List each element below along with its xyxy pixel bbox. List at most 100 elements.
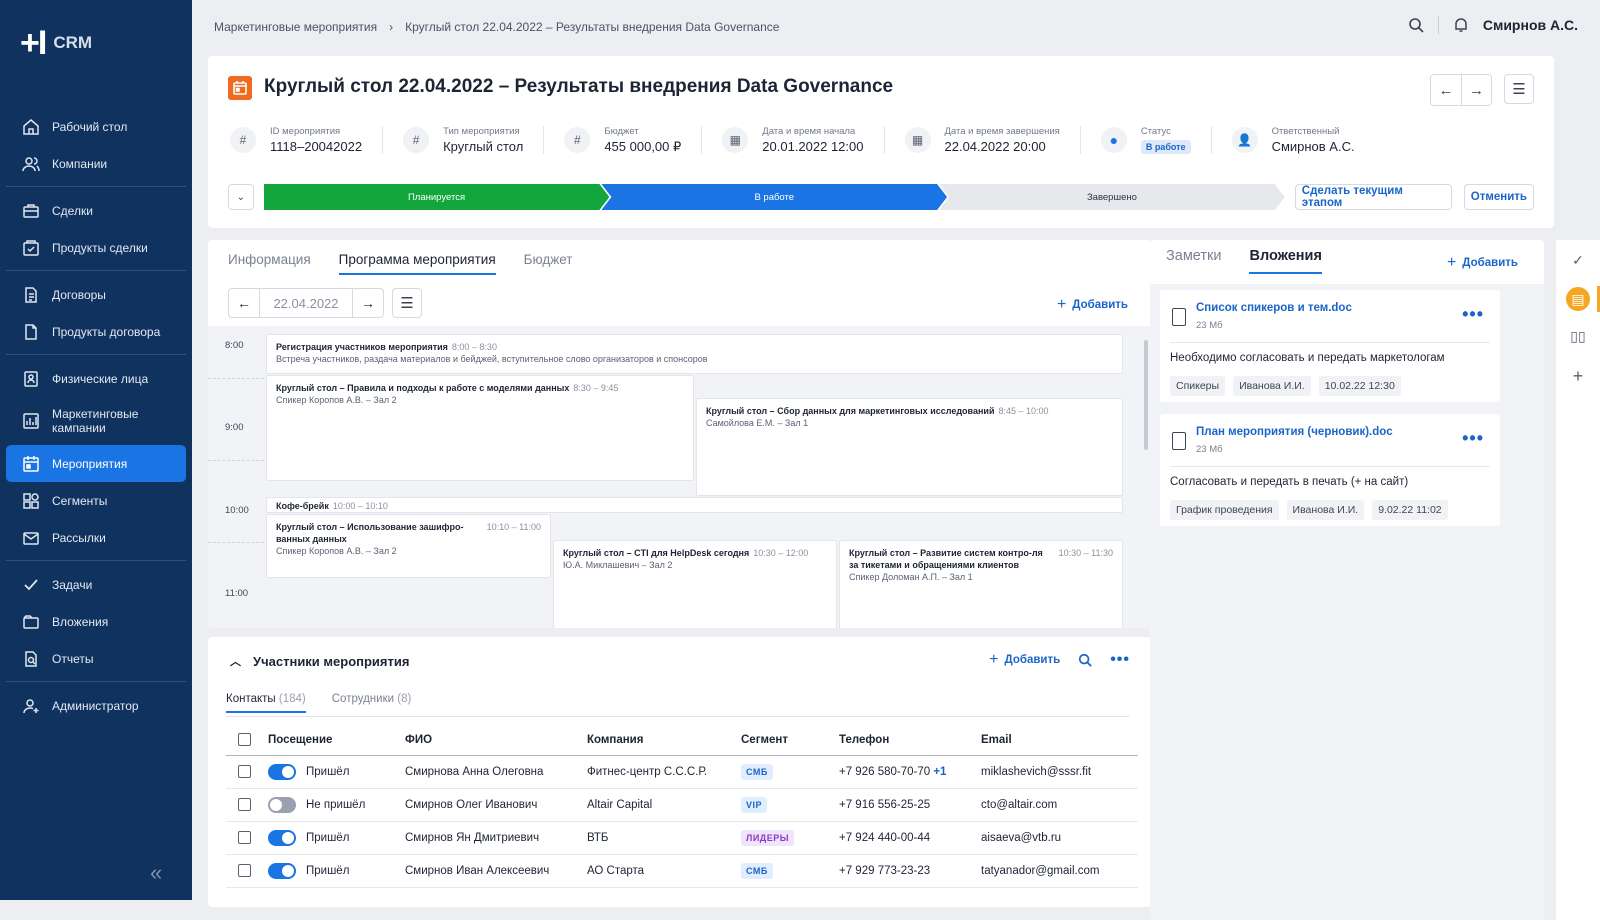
collapse-sidebar-icon[interactable]: « bbox=[150, 860, 162, 886]
view-options-button[interactable]: ☰ bbox=[392, 288, 422, 318]
schedule-event[interactable]: Круглый стол – Использование зашифро-ван… bbox=[266, 514, 551, 578]
breadcrumb-parent[interactable]: Маркетинговые мероприятия bbox=[214, 20, 377, 34]
plus-icon[interactable]: + bbox=[1568, 366, 1588, 386]
next-record-button[interactable]: → bbox=[1461, 75, 1491, 105]
logo-text: CRM bbox=[53, 33, 93, 52]
participant-name[interactable]: Смирнова Анна Олеговна bbox=[405, 755, 587, 789]
sidebar-item-contract-products[interactable]: Продукты договора bbox=[6, 313, 186, 350]
select-all-checkbox[interactable] bbox=[238, 733, 251, 747]
sidebar-item-label: Сегменты bbox=[52, 493, 108, 508]
event-time: 10:30 – 11:30 bbox=[1058, 548, 1113, 558]
sidebar-item-deals[interactable]: Сделки bbox=[6, 192, 186, 229]
sidebar-item-mailings[interactable]: Рассылки bbox=[6, 519, 186, 556]
attendance-toggle[interactable] bbox=[268, 862, 296, 879]
schedule-event[interactable]: Круглый стол – Сбор данных для маркетинг… bbox=[696, 398, 1123, 496]
logo-icon: +I bbox=[20, 24, 47, 62]
table-row[interactable]: Пришёл Смирнов Иван Алексеевич АО Старта… bbox=[226, 854, 1138, 888]
row-checkbox[interactable] bbox=[238, 765, 251, 778]
document-icon[interactable]: ▤ bbox=[1566, 287, 1590, 311]
stage-planned[interactable]: Планируется bbox=[264, 184, 610, 210]
tab-program[interactable]: Программа мероприятия bbox=[338, 252, 496, 275]
tab-info[interactable]: Информация bbox=[228, 252, 311, 275]
add-attachment-button[interactable]: + Добавить bbox=[1447, 254, 1518, 272]
add-program-item-button[interactable]: + Добавить bbox=[1057, 296, 1128, 314]
participant-phone: +7 926 580-70-70 bbox=[839, 765, 931, 778]
column-header[interactable]: Телефон bbox=[839, 725, 981, 756]
schedule-event[interactable]: Круглый стол – Развитие систем контро-ля… bbox=[839, 540, 1123, 628]
check-icon[interactable]: ✓ bbox=[1568, 250, 1588, 270]
main-area: Маркетинговые мероприятия › Круглый стол… bbox=[192, 0, 1600, 920]
table-row[interactable]: Пришёл Смирнов Ян Дмитриевич ВТБ ЛИДЕРЫ … bbox=[226, 821, 1138, 855]
sidebar-item-attachments[interactable]: Вложения bbox=[6, 603, 186, 640]
table-row[interactable]: Не пришёл Смирнов Олег Иванович Altair C… bbox=[226, 788, 1138, 822]
chevron-down-icon[interactable]: ⌄ bbox=[228, 184, 254, 210]
participants-header[interactable]: ︿ Участники мероприятия bbox=[230, 653, 409, 669]
book-icon[interactable]: ▯▯ bbox=[1568, 326, 1588, 346]
row-checkbox[interactable] bbox=[238, 831, 251, 844]
schedule-event[interactable]: Круглый стол – CTI для HelpDesk сегодня 1… bbox=[553, 540, 837, 628]
sidebar-nav: Рабочий стол Компании Сделки Продукты сд… bbox=[6, 108, 186, 724]
schedule-scrollbar[interactable] bbox=[1144, 340, 1148, 450]
schedule-event[interactable]: Кофе-брейк 10:00 – 10:10 bbox=[266, 497, 1123, 513]
extra-phones-link[interactable]: +1 bbox=[933, 766, 946, 778]
sidebar-item-events[interactable]: Мероприятия bbox=[6, 445, 186, 482]
schedule-event[interactable]: Круглый стол – Правила и подходы к работ… bbox=[266, 375, 694, 481]
table-row[interactable]: Пришёл Смирнова Анна Олеговна Фитнес-цен… bbox=[226, 755, 1138, 789]
sidebar-item-deal-products[interactable]: Продукты сделки bbox=[6, 229, 186, 266]
participant-name[interactable]: Смирнов Иван Алексеевич bbox=[405, 854, 587, 888]
tab-contacts[interactable]: Контакты (184) bbox=[226, 693, 306, 713]
schedule-event[interactable]: Регистрация участников мероприятия 8:00 –… bbox=[266, 334, 1123, 374]
sidebar-item-reports[interactable]: Отчеты bbox=[6, 640, 186, 677]
attendance-toggle[interactable] bbox=[268, 796, 296, 813]
sidebar-item-desktop[interactable]: Рабочий стол bbox=[6, 108, 186, 145]
add-participant-button[interactable]: + Добавить bbox=[989, 651, 1060, 669]
search-icon[interactable] bbox=[1408, 17, 1424, 33]
sidebar-item-marketing-campaigns[interactable]: Маркетинговые кампании bbox=[6, 397, 186, 445]
column-header[interactable]: Посещение bbox=[268, 725, 405, 756]
sidebar-item-contracts[interactable]: Договоры bbox=[6, 276, 186, 313]
participant-name[interactable]: Смирнов Ян Дмитриевич bbox=[405, 821, 587, 855]
bell-icon[interactable] bbox=[1453, 17, 1469, 33]
tab-notes[interactable]: Заметки bbox=[1166, 248, 1221, 274]
sidebar-item-companies[interactable]: Компании bbox=[6, 145, 186, 182]
more-icon[interactable]: ••• bbox=[1462, 304, 1484, 325]
field-value[interactable]: Смирнов А.С. bbox=[1272, 139, 1355, 154]
logo[interactable]: +I CRM bbox=[20, 24, 93, 62]
column-header[interactable]: Email bbox=[981, 725, 1138, 756]
row-checkbox[interactable] bbox=[238, 864, 251, 877]
attendance-toggle[interactable] bbox=[268, 763, 296, 780]
make-current-stage-button[interactable]: Сделать текущим этапом bbox=[1294, 184, 1452, 210]
cancel-button[interactable]: Отменить bbox=[1463, 184, 1534, 210]
column-header[interactable]: Компания bbox=[587, 725, 741, 756]
column-header[interactable]: ФИО bbox=[405, 725, 587, 756]
chevron-up-icon[interactable]: ︿ bbox=[230, 653, 241, 669]
search-icon[interactable] bbox=[1078, 653, 1092, 667]
report-icon bbox=[25, 650, 37, 667]
next-day-button[interactable]: → bbox=[353, 289, 383, 317]
user-name[interactable]: Смирнов А.С. bbox=[1483, 17, 1578, 33]
sidebar-item-tasks[interactable]: Задачи bbox=[6, 566, 186, 603]
attendance-toggle[interactable] bbox=[268, 829, 296, 846]
prev-record-button[interactable]: ← bbox=[1431, 75, 1461, 105]
participant-company: Фитнес-центр С.С.С.Р. bbox=[587, 755, 741, 789]
stage-done[interactable]: Завершено bbox=[939, 184, 1285, 210]
column-header[interactable]: Сегмент bbox=[741, 725, 839, 756]
stage-in-progress[interactable]: В работе bbox=[601, 184, 947, 210]
attachment-name[interactable]: План мероприятия (черновик).doc bbox=[1196, 426, 1393, 438]
sidebar-item-admin[interactable]: Администратор bbox=[6, 687, 186, 724]
sidebar-item-persons[interactable]: Физические лица bbox=[6, 360, 186, 397]
field-owner: 👤 Ответственный Смирнов А.С. bbox=[1231, 122, 1355, 158]
more-icon[interactable]: ••• bbox=[1110, 651, 1130, 669]
attachment-name[interactable]: Список спикеров и тем.doc bbox=[1196, 302, 1352, 314]
attachment-item: План мероприятия (черновик).doc 23 Мб ••… bbox=[1160, 414, 1500, 526]
tab-budget[interactable]: Бюджет bbox=[524, 252, 573, 275]
menu-button[interactable]: ☰ bbox=[1504, 74, 1534, 104]
more-icon[interactable]: ••• bbox=[1462, 428, 1484, 449]
sidebar-item-segments[interactable]: Сегменты bbox=[6, 482, 186, 519]
row-checkbox[interactable] bbox=[238, 798, 251, 811]
participant-name[interactable]: Смирнов Олег Иванович bbox=[405, 788, 587, 822]
date-input[interactable]: 22.04.2022 bbox=[259, 289, 353, 317]
tab-employees[interactable]: Сотрудники (8) bbox=[332, 693, 412, 713]
tab-attachments[interactable]: Вложения bbox=[1249, 248, 1322, 274]
prev-day-button[interactable]: ← bbox=[229, 289, 259, 317]
